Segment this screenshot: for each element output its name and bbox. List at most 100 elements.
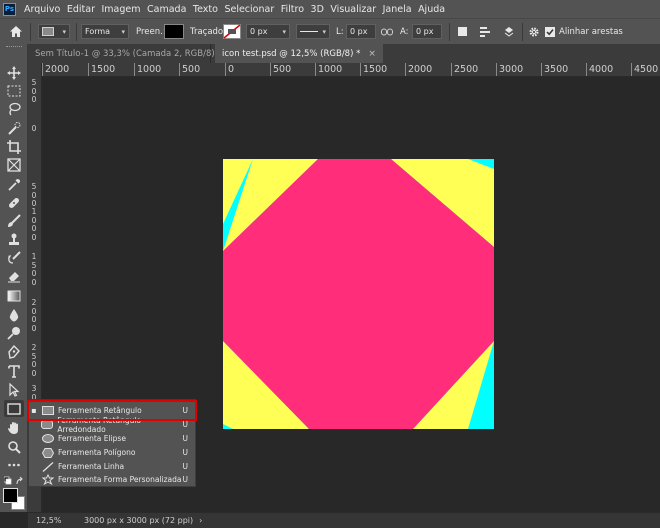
panel-grip-icon[interactable] xyxy=(6,46,22,51)
flyout-item-custom-shape[interactable]: Ferramenta Forma Personalizada U xyxy=(29,473,195,487)
menu-filtro[interactable]: Filtro xyxy=(281,4,304,15)
color-swatches[interactable] xyxy=(3,488,25,510)
flyout-item-ellipse[interactable]: Ferramenta Elipse U xyxy=(29,432,195,446)
link-dimensions-icon[interactable] xyxy=(381,24,393,39)
gradient-tool-icon[interactable] xyxy=(4,287,24,304)
default-colors-icon[interactable] xyxy=(3,476,24,486)
history-brush-tool-icon[interactable] xyxy=(4,249,24,266)
crop-tool-icon[interactable] xyxy=(4,138,24,155)
shortcut-key: U xyxy=(182,434,189,444)
fill-swatch[interactable] xyxy=(164,24,184,39)
chevron-down-icon: ▾ xyxy=(282,27,286,36)
menu-editar[interactable]: Editar xyxy=(67,4,95,15)
stroke-swatch[interactable] xyxy=(223,24,241,39)
ruler-label: 2000 xyxy=(408,64,433,75)
path-operations-icon[interactable] xyxy=(457,24,468,39)
move-tool-icon[interactable] xyxy=(4,64,24,81)
divider xyxy=(449,23,450,41)
pen-tool-icon[interactable] xyxy=(4,343,24,360)
ruler-label: 1500 xyxy=(91,64,116,75)
ellipse-icon xyxy=(42,434,54,444)
lasso-tool-icon[interactable] xyxy=(4,100,24,117)
flyout-item-label: Ferramenta Polígono xyxy=(58,448,136,458)
width-label: L: xyxy=(336,26,344,37)
chevron-right-icon[interactable]: › xyxy=(199,516,202,525)
path-selection-tool-icon[interactable] xyxy=(4,381,24,398)
menu-janela[interactable]: Janela xyxy=(383,4,412,15)
menu-arquivo[interactable]: Arquivo xyxy=(24,4,60,15)
divider xyxy=(30,23,31,41)
width-field[interactable]: 0 px xyxy=(346,24,376,39)
ruler-label: 0 xyxy=(228,64,235,75)
height-field[interactable]: 0 px xyxy=(412,24,442,39)
tab-sem-titulo-1[interactable]: Sem Título-1 @ 33,3% (Camada 2, RGB/8) *… xyxy=(28,44,237,63)
align-edges-label: Alinhar arestas xyxy=(559,26,623,37)
gear-icon[interactable] xyxy=(528,24,540,39)
tool-preset-picker[interactable]: ▾ xyxy=(38,24,70,39)
clone-stamp-tool-icon[interactable] xyxy=(4,231,24,248)
chevron-down-icon: ▾ xyxy=(62,27,66,36)
stroke-type-dropdown[interactable]: ▾ xyxy=(296,24,330,39)
more-tools-icon[interactable] xyxy=(4,456,24,473)
menu-imagem[interactable]: Imagem xyxy=(102,4,141,15)
flyout-item-line[interactable]: Ferramenta Linha U xyxy=(29,460,195,474)
mode-dropdown[interactable]: Forma ▾ xyxy=(81,24,129,39)
healing-brush-tool-icon[interactable] xyxy=(4,194,24,211)
flyout-item-label: Ferramenta Linha xyxy=(58,462,125,472)
hand-tool-icon[interactable] xyxy=(4,419,24,436)
photoshop-logo-icon[interactable]: Ps xyxy=(3,2,16,16)
ruler-label: 1000 xyxy=(318,64,343,75)
menu-selecionar[interactable]: Selecionar xyxy=(224,4,274,15)
menu-texto[interactable]: Texto xyxy=(193,4,218,15)
shortcut-key: U xyxy=(182,475,189,485)
ruler-label: 5 0 0 xyxy=(31,182,37,208)
status-bar: 12,5% 3000 px x 3000 px (72 ppi) › xyxy=(28,512,660,528)
ruler-label: 5 0 0 xyxy=(31,78,37,104)
close-icon[interactable]: × xyxy=(368,49,376,59)
stroke-width-field[interactable]: 0 px ▾ xyxy=(246,24,290,39)
quick-selection-tool-icon[interactable] xyxy=(4,119,24,136)
dodge-tool-icon[interactable] xyxy=(4,324,24,341)
eraser-tool-icon[interactable] xyxy=(4,267,24,284)
menu-camada[interactable]: Camada xyxy=(147,4,186,15)
foreground-color-swatch[interactable] xyxy=(3,488,18,503)
document-tab-bar: Sem Título-1 @ 33,3% (Camada 2, RGB/8) *… xyxy=(28,44,660,63)
tool-preset-field[interactable]: ▾ xyxy=(38,24,70,39)
document-canvas[interactable] xyxy=(223,159,494,429)
frame-tool-icon[interactable] xyxy=(4,156,24,173)
tab-icon-test[interactable]: icon test.psd @ 12,5% (RGB/8) * × xyxy=(215,44,383,63)
eyedropper-tool-icon[interactable] xyxy=(4,176,24,193)
shortcut-key: U xyxy=(182,462,189,472)
ruler-label: 4500 xyxy=(634,64,659,75)
blur-tool-icon[interactable] xyxy=(4,306,24,323)
ruler-label: 500 xyxy=(273,64,292,75)
width-value: 0 px xyxy=(350,27,368,36)
menu-ajuda[interactable]: Ajuda xyxy=(418,4,445,15)
path-arrangement-icon[interactable] xyxy=(503,24,515,39)
path-alignment-icon[interactable] xyxy=(479,24,491,39)
height-label: A: xyxy=(400,26,409,37)
flyout-item-label: Ferramenta Forma Personalizada xyxy=(58,475,182,485)
home-icon[interactable] xyxy=(9,24,23,39)
align-edges-checkbox[interactable]: Alinhar arestas xyxy=(545,24,623,39)
tab-label: Sem Título-1 @ 33,3% (Camada 2, RGB/8) * xyxy=(35,48,222,59)
zoom-level[interactable]: 12,5% xyxy=(36,516,80,525)
ruler-label: 2500 xyxy=(454,64,479,75)
menu-visualizar[interactable]: Visualizar xyxy=(330,4,376,15)
ruler-label: 3500 xyxy=(544,64,569,75)
zoom-tool-icon[interactable] xyxy=(4,438,24,455)
stroke-width-value: 0 px xyxy=(250,27,268,36)
ruler-label: 3000 xyxy=(499,64,524,75)
ruler-label: 1 0 0 0 xyxy=(31,207,37,242)
menu-3d[interactable]: 3D xyxy=(311,4,324,15)
brush-tool-icon[interactable] xyxy=(4,212,24,229)
horizontal-ruler[interactable]: 2000 1500 1000 500 0 500 1000 1500 2000 … xyxy=(42,63,660,77)
polygon-icon xyxy=(42,447,54,458)
tab-label: icon test.psd @ 12,5% (RGB/8) * xyxy=(222,48,361,59)
rectangle-tool-icon[interactable] xyxy=(4,400,24,417)
divider xyxy=(522,23,523,41)
flyout-item-polygon[interactable]: Ferramenta Polígono U xyxy=(29,446,195,460)
type-tool-icon[interactable] xyxy=(4,362,24,379)
marquee-tool-icon[interactable] xyxy=(4,82,24,99)
menu-bar: Ps Arquivo Editar Imagem Camada Texto Se… xyxy=(0,0,660,18)
